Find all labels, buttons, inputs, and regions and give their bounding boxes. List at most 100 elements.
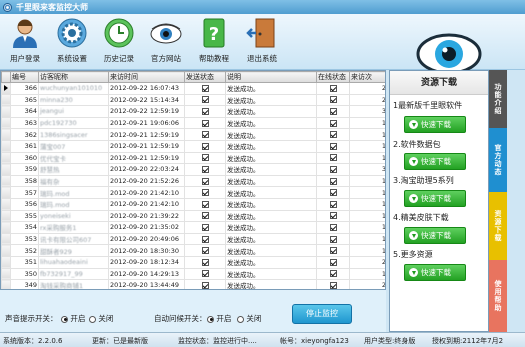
table-row[interactable]: 353 讯卡有限公司607 2012-09-20 20:49:06 发送成功。 1 bbox=[1, 232, 385, 246]
checkbox-icon[interactable] bbox=[201, 119, 209, 127]
checkbox-icon[interactable] bbox=[329, 119, 337, 127]
table-row[interactable]: 358 福有杂 2012-09-20 21:52:26 发送成功。 1 bbox=[1, 174, 385, 188]
table-row[interactable]: 349 淘钱采购商铺1 2012-09-20 13:44:49 发送成功。 2 bbox=[1, 279, 385, 289]
checkbox-icon[interactable] bbox=[201, 258, 209, 266]
checkbox-icon[interactable] bbox=[201, 131, 209, 139]
checkbox-icon[interactable] bbox=[201, 270, 209, 278]
column-header-time[interactable]: 来访时间 bbox=[108, 71, 185, 83]
cell-sent bbox=[184, 221, 226, 234]
checkbox-icon[interactable] bbox=[329, 212, 337, 220]
column-header-name[interactable]: 访客昵称 bbox=[38, 71, 109, 83]
checkbox-icon[interactable] bbox=[201, 154, 209, 162]
checkbox-icon[interactable] bbox=[201, 177, 209, 185]
checkbox-icon[interactable] bbox=[329, 247, 337, 255]
checkbox-icon[interactable] bbox=[201, 200, 209, 208]
checkbox-icon[interactable] bbox=[329, 235, 337, 243]
checkbox-icon[interactable] bbox=[201, 189, 209, 197]
tab-downloads[interactable]: 资源下载 bbox=[489, 192, 507, 260]
checkbox-icon[interactable] bbox=[201, 107, 209, 115]
checkbox-icon[interactable] bbox=[201, 212, 209, 220]
table-row[interactable]: 356 瑞玛.mod 2012-09-20 21:42:10 发送成功。 1 bbox=[1, 197, 385, 211]
column-header-online[interactable]: 在线状态 bbox=[316, 71, 350, 83]
stop-monitoring-button[interactable]: 停止监控 bbox=[292, 304, 352, 324]
checkbox-icon[interactable] bbox=[329, 223, 337, 231]
checkbox-icon[interactable] bbox=[201, 96, 209, 104]
column-header-id[interactable]: 编号 bbox=[10, 71, 39, 83]
column-header-sent[interactable]: 发送状态 bbox=[184, 71, 226, 83]
tab-features[interactable]: 功能介绍 bbox=[489, 70, 507, 128]
cell-online bbox=[316, 232, 350, 246]
checkbox-icon[interactable] bbox=[329, 281, 337, 289]
column-header-desc[interactable]: 说明 bbox=[225, 71, 317, 83]
download-button-1[interactable]: 快速下载 bbox=[404, 116, 466, 133]
column-header-visits[interactable]: 来访次 bbox=[349, 71, 385, 83]
checkbox-icon[interactable] bbox=[329, 96, 337, 104]
cell-time: 2012-09-20 21:42:10 bbox=[108, 197, 185, 211]
checkbox-icon[interactable] bbox=[201, 247, 209, 255]
checkbox-icon[interactable] bbox=[329, 177, 337, 185]
autoreply-off-option[interactable]: 关闭 bbox=[237, 313, 261, 324]
table-row[interactable]: 352 甜酥者929 2012-09-20 18:30:30 发送成功。 1 bbox=[1, 244, 385, 257]
table-row[interactable]: 351 lihuahaodeaini 2012-09-20 18:12:34 发送成功… bbox=[1, 255, 385, 269]
table-row[interactable]: 357 瑞玛.mod 2012-09-20 21:42:10 发送成功。 1 bbox=[1, 186, 385, 199]
table-row[interactable]: 355 yoneiseki 2012-09-20 21:39:22 发送成功。 1 bbox=[1, 209, 385, 223]
cell-visits: 1 bbox=[349, 128, 385, 141]
download-arrow-icon bbox=[409, 194, 418, 203]
checkbox-icon[interactable] bbox=[329, 131, 337, 139]
toolbar-exit-button[interactable]: 退出系统 bbox=[240, 17, 284, 69]
toolbar-user-login-button[interactable]: 用户登录 bbox=[3, 17, 47, 69]
checkbox-icon[interactable] bbox=[329, 258, 337, 266]
checkbox-icon[interactable] bbox=[329, 154, 337, 162]
cell-time: 2012-09-20 18:12:34 bbox=[108, 255, 185, 269]
checkbox-icon[interactable] bbox=[201, 223, 209, 231]
checkbox-icon[interactable] bbox=[201, 84, 209, 92]
download-button-3[interactable]: 快速下载 bbox=[404, 190, 466, 207]
sound-off-option[interactable]: 关闭 bbox=[89, 313, 113, 324]
toolbar-settings-button[interactable]: 系统设置 bbox=[50, 17, 94, 69]
cell-visits: 1 bbox=[349, 221, 385, 234]
toolbar-help-button[interactable]: ? 帮助教程 bbox=[192, 17, 236, 69]
cell-id: 359 bbox=[10, 163, 39, 176]
visitor-table[interactable]: 编号 访客昵称 来访时间 发送状态 说明 在线状态 来访次 366 wuchuny… bbox=[0, 70, 386, 290]
checkbox-icon[interactable] bbox=[329, 142, 337, 150]
toolbar-history-button[interactable]: 历史记录 bbox=[97, 17, 141, 69]
radio-selected-icon[interactable] bbox=[207, 315, 214, 323]
checkbox-icon[interactable] bbox=[329, 270, 337, 278]
toolbar-website-button[interactable]: 官方网站 bbox=[144, 17, 188, 69]
table-row[interactable]: 365 minna230 2012-09-22 15:14:34 发送成功。 2 bbox=[1, 93, 385, 107]
sound-on-option[interactable]: 开启 bbox=[61, 313, 85, 324]
checkbox-icon[interactable] bbox=[329, 189, 337, 197]
tab-help[interactable]: 使用帮助 bbox=[489, 260, 507, 332]
cell-id: 364 bbox=[10, 105, 39, 118]
checkbox-icon[interactable] bbox=[201, 165, 209, 173]
table-row[interactable]: 361 蒲宝007 2012-09-21 12:59:19 发送成功。 1 bbox=[1, 139, 385, 153]
table-row[interactable]: 354 rx采购服务1 2012-09-20 21:35:02 发送成功。 1 bbox=[1, 221, 385, 234]
table-row[interactable]: 366 wuchunyan101010 2012-09-22 16:07:43 发送成… bbox=[1, 82, 385, 95]
download-button-5[interactable]: 快速下载 bbox=[404, 264, 466, 281]
radio-icon[interactable] bbox=[89, 315, 96, 323]
table-row[interactable]: 359 舒慧热 2012-09-20 22:03:24 发送成功。 3 bbox=[1, 163, 385, 176]
checkbox-icon[interactable] bbox=[201, 281, 209, 289]
autoreply-on-option[interactable]: 开启 bbox=[207, 313, 231, 324]
checkbox-icon[interactable] bbox=[201, 142, 209, 150]
checkbox-icon[interactable] bbox=[201, 235, 209, 243]
cell-desc: 发送成功。 bbox=[225, 221, 317, 234]
download-button-2[interactable]: 快速下载 bbox=[404, 153, 466, 170]
checkbox-icon[interactable] bbox=[329, 84, 337, 92]
table-row[interactable]: 362 1386singsacer 2012-09-21 12:59:19 发送成功。… bbox=[1, 128, 385, 141]
radio-selected-icon[interactable] bbox=[61, 315, 68, 323]
title-bar: 千里眼来客监控大师 bbox=[0, 0, 525, 14]
checkbox-icon[interactable] bbox=[329, 165, 337, 173]
checkbox-icon[interactable] bbox=[329, 200, 337, 208]
table-row[interactable]: 360 优代宝卡 2012-09-21 12:59:19 发送成功。 1 bbox=[1, 151, 385, 165]
radio-icon[interactable] bbox=[237, 315, 244, 323]
checkbox-icon[interactable] bbox=[329, 107, 337, 115]
table-row[interactable]: 364 jeangui 2012-09-22 12:59:19 发送成功。 3 bbox=[1, 105, 385, 118]
cell-visits: 1 bbox=[349, 197, 385, 211]
cell-desc: 发送成功。 bbox=[225, 255, 317, 269]
cell-time: 2012-09-21 12:59:19 bbox=[108, 151, 185, 165]
table-row[interactable]: 363 pdc192730 2012-09-21 19:06:06 发送成功。 1 bbox=[1, 116, 385, 130]
tab-news[interactable]: 官方动态 bbox=[489, 128, 507, 192]
download-button-4[interactable]: 快速下载 bbox=[404, 227, 466, 244]
table-row[interactable]: 350 fb732917_99 2012-09-20 14:29:13 发送成功。 1 bbox=[1, 267, 385, 281]
